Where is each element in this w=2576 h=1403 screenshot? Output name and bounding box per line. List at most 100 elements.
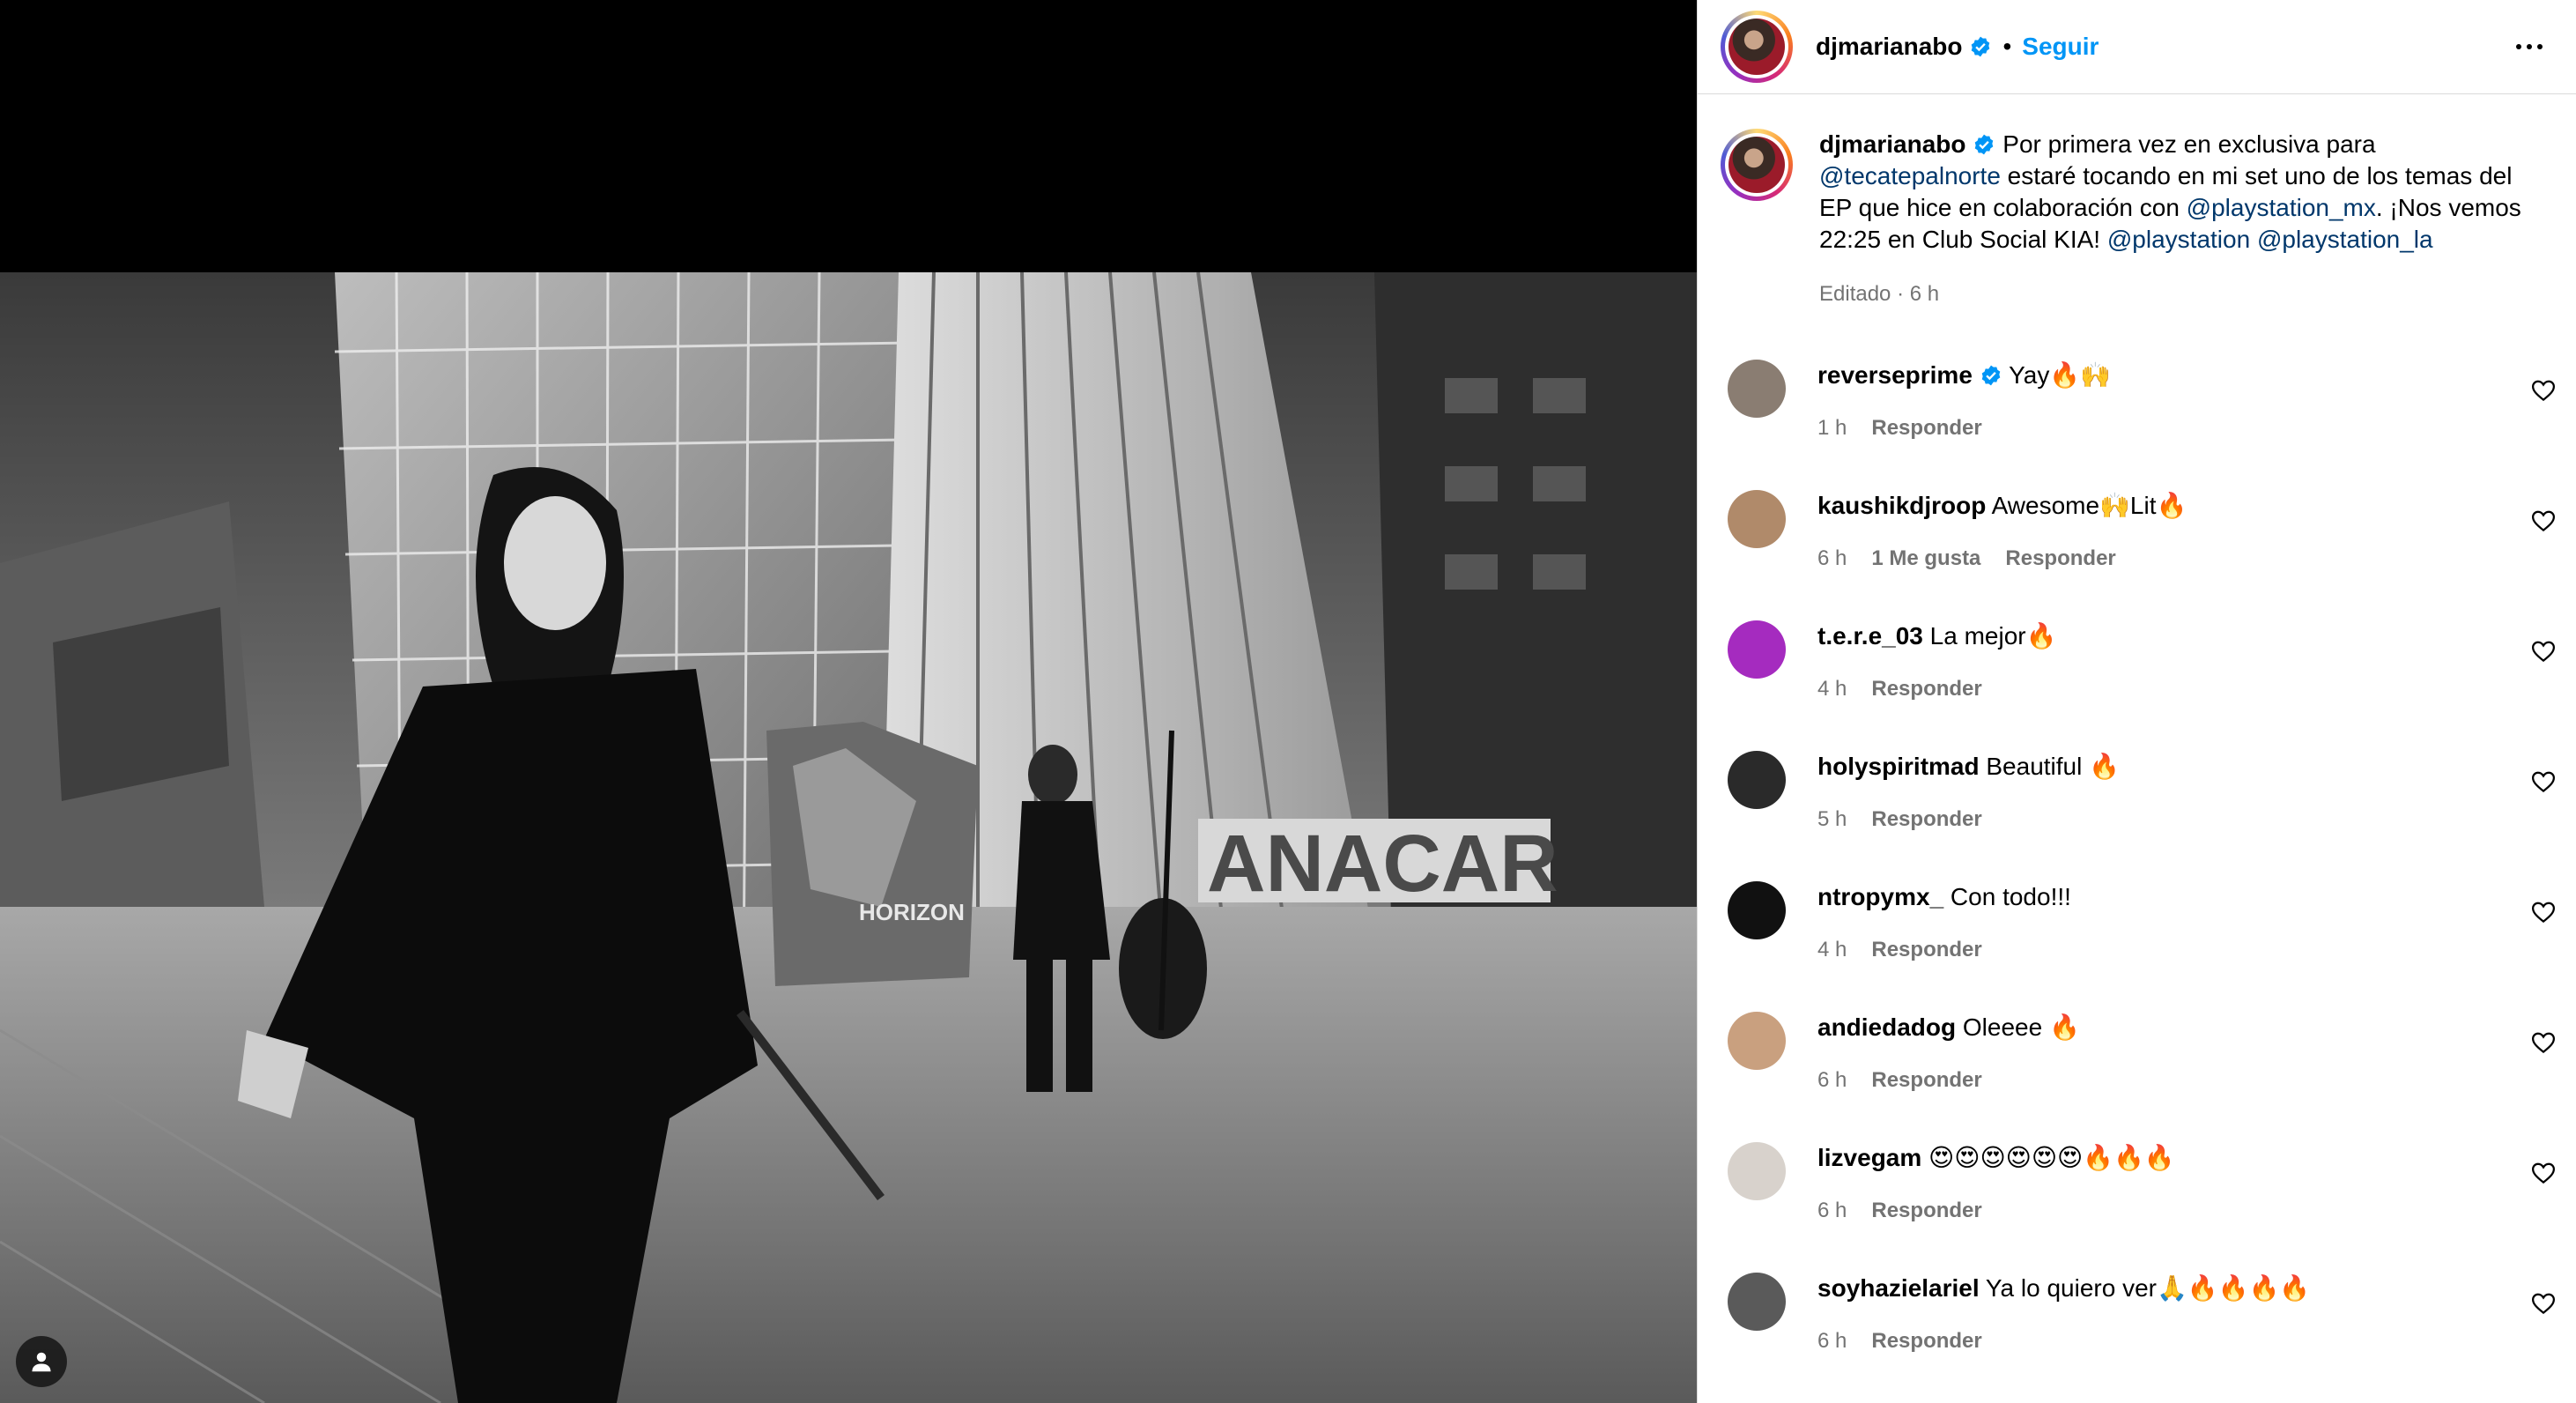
reply-button[interactable]: Responder <box>1871 938 1981 961</box>
reply-button[interactable]: Responder <box>1871 677 1981 701</box>
comment-username[interactable]: holyspiritmad <box>1817 753 1980 780</box>
heart-icon[interactable] <box>2530 1290 2557 1317</box>
caption-mention-link[interactable]: @playstation_mx <box>2187 194 2376 221</box>
comment-text: Beautiful 🔥 <box>1979 753 2120 780</box>
comment-text: Yay🔥🙌 <box>2002 361 2112 389</box>
comment-time[interactable]: 1 h <box>1817 416 1847 440</box>
comment-avatar[interactable] <box>1728 1012 1786 1070</box>
user-tag-icon <box>32 1352 51 1372</box>
comment-line: reverseprime Yay🔥🙌 <box>1817 360 2111 391</box>
comment-text: Con todo!!! <box>1943 883 2071 910</box>
caption-body: djmarianabo Por primera vez en exclusiva… <box>1819 129 2542 310</box>
more-options-button[interactable] <box>2509 26 2550 67</box>
comment-time[interactable]: 6 h <box>1817 1068 1847 1092</box>
post-header: djmarianabo • Seguir <box>1698 0 2576 94</box>
comment-line: t.e.r.e_03 La mejor🔥 <box>1817 620 2056 652</box>
comment-avatar[interactable] <box>1728 881 1786 939</box>
post-caption: djmarianabo Por primera vez en exclusiva… <box>1698 129 2576 310</box>
comment-body: reverseprime Yay🔥🙌 1 h Responder <box>1817 360 2111 474</box>
comment-body: ntropymx_ Con todo!!! 4 h Responder <box>1817 881 2071 996</box>
comment-meta: 1 h Responder <box>1817 416 2111 441</box>
comment-avatar[interactable] <box>1728 490 1786 548</box>
comment-username[interactable]: ntropymx_ <box>1817 883 1943 910</box>
comment-item: lizvegam 😍😍😍😍😍😍🔥🔥🔥 6 h Responder <box>1698 1126 2576 1257</box>
comment-item: t.e.r.e_03 La mejor🔥 4 h Responder <box>1698 605 2576 735</box>
caption-meta: Editado · 6 h <box>1819 282 1940 306</box>
comment-avatar[interactable] <box>1728 1142 1786 1200</box>
comment-likes[interactable]: 1 Me gusta <box>1871 546 1980 570</box>
comment-time[interactable]: 4 h <box>1817 938 1847 961</box>
reply-button[interactable]: Responder <box>1871 1068 1981 1092</box>
reply-button[interactable]: Responder <box>1871 1199 1981 1222</box>
caption-mention-link[interactable]: @playstation_la <box>2257 226 2433 253</box>
heart-icon[interactable] <box>2530 1160 2557 1186</box>
heart-icon[interactable] <box>2530 1029 2557 1056</box>
heart-icon[interactable] <box>2530 377 2557 404</box>
comment-item: holyspiritmad Beautiful 🔥 5 h Responder <box>1698 735 2576 865</box>
comment-meta: 5 h Responder <box>1817 807 2120 832</box>
comment-body: t.e.r.e_03 La mejor🔥 4 h Responder <box>1817 620 2056 735</box>
comment-time[interactable]: 6 h <box>1817 1199 1847 1222</box>
comment-username[interactable]: lizvegam <box>1817 1144 1921 1171</box>
comment-avatar[interactable] <box>1728 1273 1786 1331</box>
caption-username[interactable]: djmarianabo <box>1819 130 1965 158</box>
reply-button[interactable]: Responder <box>1871 416 1981 440</box>
caption-author-avatar[interactable] <box>1721 129 1793 201</box>
comment-time[interactable]: 6 h <box>1817 1329 1847 1353</box>
comment-meta: 6 h 1 Me gusta Responder <box>1817 546 2187 571</box>
author-username[interactable]: djmarianabo <box>1816 33 1962 61</box>
heart-icon[interactable] <box>2530 508 2557 534</box>
comment-time[interactable]: 4 h <box>1817 677 1847 701</box>
photo-sign-text: ANACAR <box>1207 819 1558 909</box>
caption-mention-link[interactable]: @playstation <box>2107 226 2250 253</box>
comment-item: ntropymx_ Con todo!!! 4 h Responder <box>1698 865 2576 996</box>
author-avatar[interactable] <box>1721 11 1793 83</box>
comment-line: soyhazielariel Ya lo quiero ver🙏🔥🔥🔥🔥 <box>1817 1273 2310 1304</box>
comment-avatar[interactable] <box>1728 751 1786 809</box>
comment-line: kaushikdjroop Awesome🙌Lit🔥 <box>1817 490 2187 522</box>
heart-icon[interactable] <box>2530 638 2557 664</box>
comment-text: Awesome🙌Lit🔥 <box>1986 492 2187 519</box>
comment-time[interactable]: 6 h <box>1817 546 1847 570</box>
comment-meta: 6 h Responder <box>1817 1199 2175 1223</box>
more-options-icon <box>2516 44 2521 49</box>
comment-text: Oleeee 🔥 <box>1956 1013 2080 1041</box>
comment-meta: 6 h Responder <box>1817 1068 2080 1093</box>
heart-icon[interactable] <box>2530 768 2557 795</box>
author-info: djmarianabo • Seguir <box>1816 33 2099 61</box>
comment-username[interactable]: kaushikdjroop <box>1817 492 1986 519</box>
comment-username[interactable]: soyhazielariel <box>1817 1274 1980 1302</box>
comment-line: lizvegam 😍😍😍😍😍😍🔥🔥🔥 <box>1817 1142 2175 1174</box>
comment-meta: 4 h Responder <box>1817 938 2071 962</box>
header-separator: • <box>2002 33 2012 60</box>
post-photo: ANACAR HORIZON <box>0 272 1697 1403</box>
post-media[interactable]: ANACAR HORIZON <box>0 0 1697 1403</box>
comment-time[interactable]: 5 h <box>1817 807 1847 831</box>
comment-body: andiedadog Oleeee 🔥 6 h Responder <box>1817 1012 2080 1126</box>
follow-button[interactable]: Seguir <box>2022 33 2099 61</box>
comment-body: holyspiritmad Beautiful 🔥 5 h Responder <box>1817 751 2120 865</box>
comment-item: kaushikdjroop Awesome🙌Lit🔥 6 h 1 Me gusta R… <box>1698 474 2576 605</box>
comment-body: lizvegam 😍😍😍😍😍😍🔥🔥🔥 6 h Responder <box>1817 1142 2175 1257</box>
caption-mention-link[interactable]: @tecatepalnorte <box>1819 162 2001 189</box>
verified-badge-icon <box>1975 134 1994 155</box>
reply-button[interactable]: Responder <box>2005 546 2115 570</box>
photo-statue-text: HORIZON <box>859 899 965 925</box>
comment-text: 😍😍😍😍😍😍🔥🔥🔥 <box>1921 1144 2175 1171</box>
reply-button[interactable]: Responder <box>1871 807 1981 831</box>
comment-username[interactable]: reverseprime <box>1817 361 1973 389</box>
comment-username[interactable]: andiedadog <box>1817 1013 1956 1041</box>
caption-text: djmarianabo Por primera vez en exclusiva… <box>1819 129 2542 256</box>
user-tag-button[interactable] <box>16 1336 67 1387</box>
heart-icon[interactable] <box>2530 899 2557 925</box>
comment-avatar[interactable] <box>1728 360 1786 418</box>
comment-body: soyhazielariel Ya lo quiero ver🙏🔥🔥🔥🔥 6 h R… <box>1817 1273 2310 1387</box>
comment-line: holyspiritmad Beautiful 🔥 <box>1817 751 2120 783</box>
comment-item: andiedadog Oleeee 🔥 6 h Responder <box>1698 996 2576 1126</box>
reply-button[interactable]: Responder <box>1871 1329 1981 1353</box>
comment-item: reverseprime Yay🔥🙌 1 h Responder <box>1698 344 2576 474</box>
comment-avatar[interactable] <box>1728 620 1786 679</box>
comment-username[interactable]: t.e.r.e_03 <box>1817 622 1923 650</box>
comment-list: reverseprime Yay🔥🙌 1 h Responder kaushikdjr… <box>1698 344 2576 1387</box>
verified-badge-icon <box>1972 36 1990 57</box>
